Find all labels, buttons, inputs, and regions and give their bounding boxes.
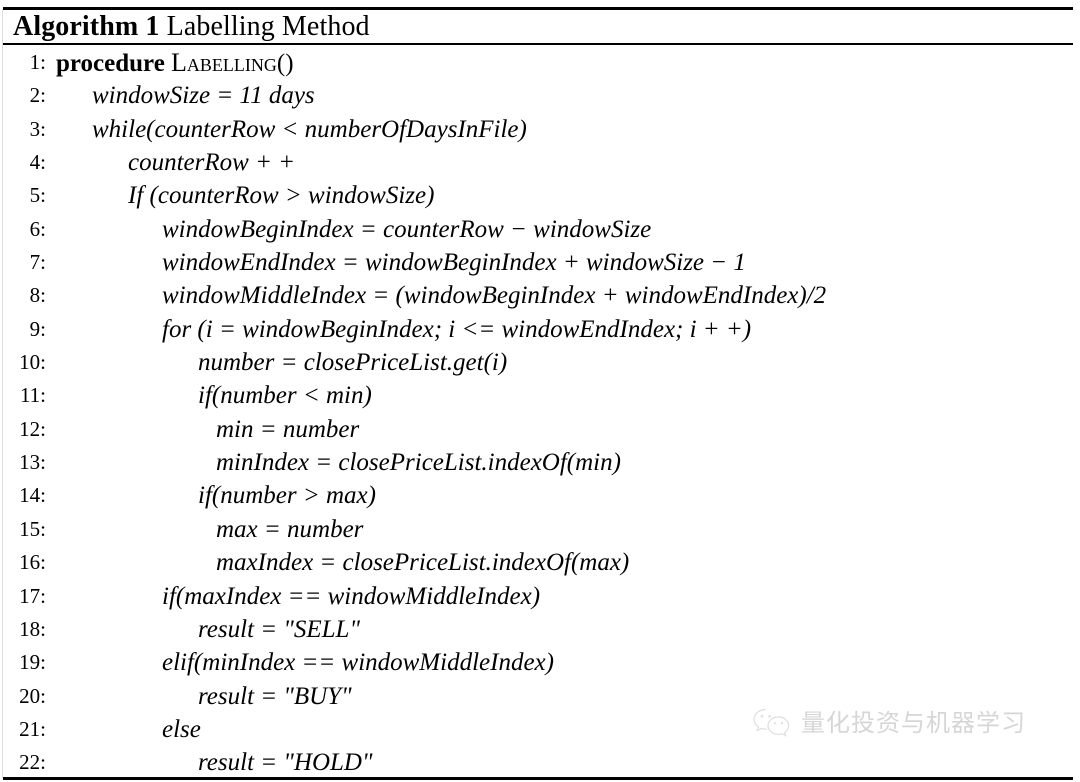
line-code: windowSize = 11 days <box>92 82 315 110</box>
line-number: 18: <box>19 616 46 641</box>
algorithm-float: Algorithm 1 Labelling Method 1: procedure… <box>0 0 1080 782</box>
algorithm-line: 22: result = "HOLD" <box>0 746 1080 779</box>
line-code: result = "BUY" <box>198 682 352 710</box>
line-number: 21: <box>19 716 46 741</box>
algorithm-top-rule <box>3 7 1073 10</box>
line-number: 8: <box>29 283 46 308</box>
code-procedure-name: Labelling <box>171 48 277 77</box>
algorithm-line: 19: elif(minIndex == windowMiddleIndex) <box>0 646 1080 679</box>
algorithm-line: 11: if(number < min) <box>0 379 1080 412</box>
line-code: if(maxIndex == windowMiddleIndex) <box>162 582 541 610</box>
line-code: while(counterRow < numberOfDaysInFile) <box>92 115 527 143</box>
line-number: 19: <box>19 650 46 675</box>
line-number: 11: <box>19 383 46 408</box>
line-number: 17: <box>19 583 46 608</box>
algorithm-body: 1: procedure Labelling() 2: windowSize = 11… <box>0 46 1080 780</box>
line-code: number = closePriceList.get(i) <box>198 349 508 377</box>
algorithm-line: 20: result = "BUY" <box>0 680 1080 713</box>
line-code: windowMiddleIndex = (windowBeginIndex + … <box>162 282 827 310</box>
algorithm-line: 14: if(number > max) <box>0 479 1080 512</box>
algorithm-line: 4: counterRow + + <box>0 146 1080 179</box>
line-code: minIndex = closePriceList.indexOf(min) <box>216 449 621 477</box>
line-number: 14: <box>19 483 46 508</box>
algorithm-line: 8: windowMiddleIndex = (windowBeginIndex … <box>0 279 1080 312</box>
line-number: 12: <box>19 416 46 441</box>
line-code: result = "SELL" <box>198 615 360 643</box>
line-number: 15: <box>19 516 46 541</box>
algorithm-line: 3: while(counterRow < numberOfDaysInFile) <box>0 113 1080 146</box>
algorithm-title: Algorithm 1 Labelling Method <box>13 12 370 42</box>
algorithm-line: 17: if(maxIndex == windowMiddleIndex) <box>0 580 1080 613</box>
line-number: 5: <box>29 183 46 208</box>
line-code: counterRow + + <box>128 149 296 177</box>
line-number: 3: <box>29 116 46 141</box>
algorithm-line: 6: windowBeginIndex = counterRow − window… <box>0 213 1080 246</box>
line-code: if(number > max) <box>198 482 376 510</box>
line-code: windowBeginIndex = counterRow − windowSi… <box>162 215 652 243</box>
algorithm-line: 12: min = number <box>0 413 1080 446</box>
line-number: 4: <box>29 150 46 175</box>
algorithm-line: 2: windowSize = 11 days <box>0 79 1080 112</box>
line-number: 7: <box>29 250 46 275</box>
line-code: if(number < min) <box>198 382 372 410</box>
line-code: maxIndex = closePriceList.indexOf(max) <box>216 549 630 577</box>
algorithm-line: 16: maxIndex = closePriceList.indexOf(max… <box>0 546 1080 579</box>
line-code: procedure Labelling() <box>56 46 294 80</box>
line-number: 16: <box>19 550 46 575</box>
algorithm-line: 13: minIndex = closePriceList.indexOf(min… <box>0 446 1080 479</box>
algorithm-line: 9: for (i = windowBeginIndex; i <= window… <box>0 313 1080 346</box>
line-code: max = number <box>216 515 364 543</box>
line-code: min = number <box>216 415 360 443</box>
line-code: for (i = windowBeginIndex; i <= windowEn… <box>162 315 752 343</box>
algorithm-line: 1: procedure Labelling() <box>0 46 1080 79</box>
line-number: 2: <box>29 83 46 108</box>
line-number: 10: <box>19 350 46 375</box>
code-procedure-parens: () <box>276 50 294 77</box>
algorithm-line: 7: windowEndIndex = windowBeginIndex + wi… <box>0 246 1080 279</box>
algorithm-line: 15: max = number <box>0 513 1080 546</box>
algorithm-line: 21: else <box>0 713 1080 746</box>
line-code: else <box>162 715 201 743</box>
line-code: If (counterRow > windowSize) <box>128 182 435 210</box>
line-code: windowEndIndex = windowBeginIndex + wind… <box>162 249 746 277</box>
line-number: 1: <box>29 50 46 74</box>
algorithm-title-keyword: Algorithm 1 <box>13 11 160 42</box>
line-number: 9: <box>29 316 46 341</box>
algorithm-line: 18: result = "SELL" <box>0 613 1080 646</box>
algorithm-line: 10: number = closePriceList.get(i) <box>0 346 1080 379</box>
code-keyword: procedure <box>56 50 165 77</box>
algorithm-line: 5: If (counterRow > windowSize) <box>0 179 1080 212</box>
line-number: 20: <box>19 683 46 708</box>
line-number: 6: <box>29 216 46 241</box>
algorithm-title-name: Labelling Method <box>166 11 370 42</box>
algorithm-title-rule <box>3 43 1073 45</box>
line-number: 22: <box>19 750 46 775</box>
line-number: 13: <box>19 450 46 475</box>
line-code: elif(minIndex == windowMiddleIndex) <box>162 649 554 677</box>
line-code: result = "HOLD" <box>198 749 373 777</box>
